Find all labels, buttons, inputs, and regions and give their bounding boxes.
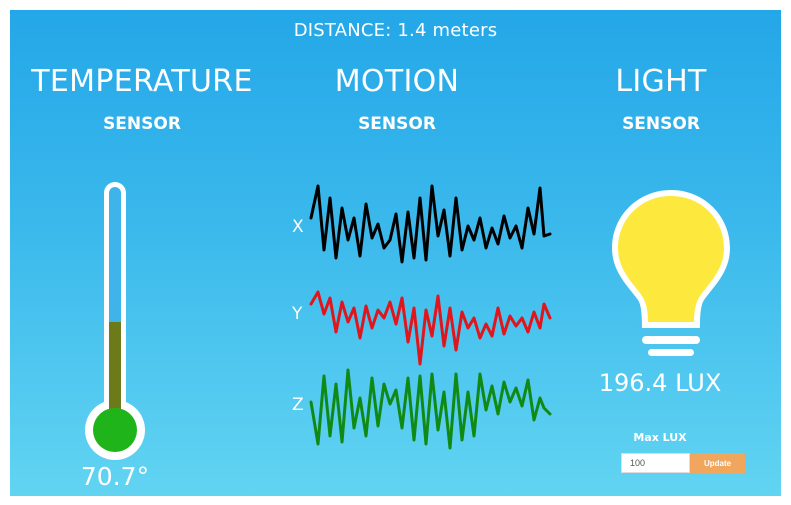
motion-title: MOTION (334, 64, 460, 99)
sensor-dashboard: DISTANCE: 1.4 meters TEMPERATURE SENSOR … (10, 10, 781, 496)
motion-wave-z (309, 368, 552, 450)
motion-wave-y (309, 290, 552, 366)
light-title: LIGHT (615, 64, 707, 99)
max-lux-input[interactable] (621, 453, 690, 473)
lux-value: 196.4 LUX (598, 369, 722, 397)
distance-readout: DISTANCE: 1.4 meters (293, 20, 498, 41)
update-button[interactable]: Update (690, 453, 745, 473)
axis-label-z: Z (292, 395, 304, 415)
thermometer-bulb (93, 408, 137, 452)
motion-waveforms (309, 184, 552, 450)
temperature-value: 70.7° (80, 462, 150, 491)
axis-label-y: Y (292, 304, 303, 324)
thermometer-icon (85, 182, 145, 460)
temperature-title: TEMPERATURE (31, 64, 253, 99)
axis-label-x: X (292, 217, 304, 237)
bulb-base-2 (648, 349, 694, 356)
motion-wave-x (309, 184, 552, 264)
temperature-subtitle: SENSOR (103, 114, 181, 134)
motion-subtitle: SENSOR (358, 114, 436, 134)
bulb-base-1 (642, 336, 700, 344)
bulb-glass (618, 196, 724, 322)
max-lux-label: Max LUX (633, 431, 687, 444)
light-bulb-icon (612, 190, 730, 356)
light-subtitle: SENSOR (622, 114, 700, 134)
